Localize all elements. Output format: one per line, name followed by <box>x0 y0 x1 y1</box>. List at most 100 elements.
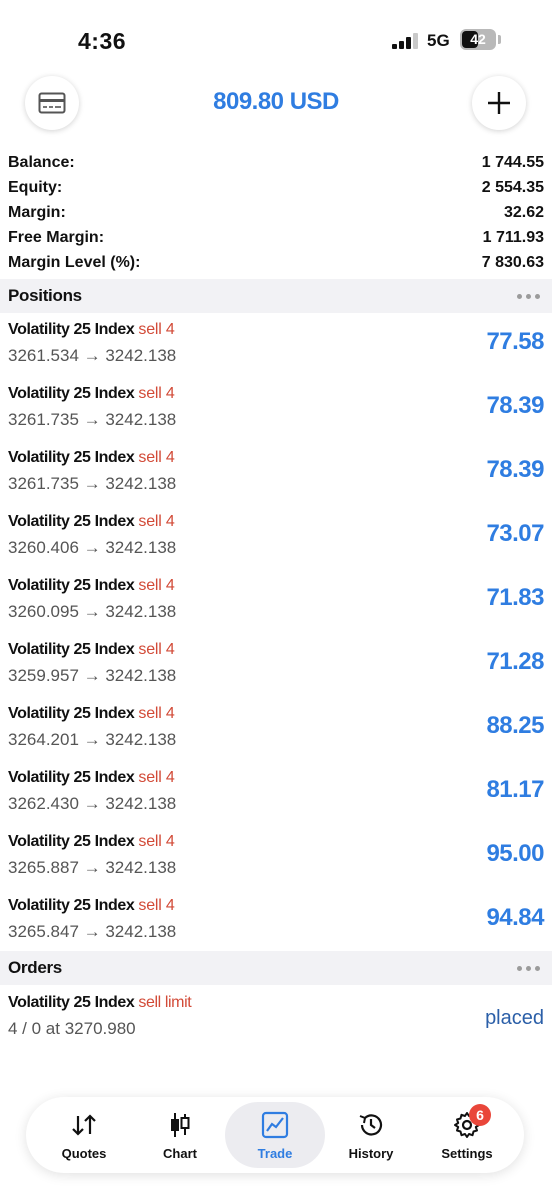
network-type: 5G <box>427 31 450 50</box>
position-row[interactable]: Volatility 25 Index sell 4 3260.406 → 32… <box>0 508 552 572</box>
tab-label: Settings <box>441 1145 493 1161</box>
order-symbol: Volatility 25 Index <box>8 994 135 1011</box>
account-profit-title: 809.80 USD <box>213 88 339 115</box>
summary-value: 32.62 <box>503 203 544 221</box>
orders-section-header: Orders <box>0 951 552 985</box>
tab-chart[interactable]: Chart <box>130 1102 230 1168</box>
battery-level: 42 <box>470 31 486 47</box>
position-side: sell 4 <box>138 897 175 914</box>
position-side: sell 4 <box>138 385 175 402</box>
tab-history[interactable]: History <box>321 1102 421 1168</box>
position-prices: 3265.847 → 3242.138 <box>8 922 177 941</box>
position-prices: 3261.534 → 3242.138 <box>8 346 177 365</box>
positions-list: Volatility 25 Index sell 4 3261.534 → 32… <box>0 316 552 956</box>
position-symbol: Volatility 25 Index <box>8 769 135 786</box>
tab-quotes[interactable]: Quotes <box>34 1102 134 1168</box>
summary-label: Margin Level (%): <box>8 253 141 271</box>
position-row[interactable]: Volatility 25 Index sell 4 3261.735 → 32… <box>0 380 552 444</box>
position-row[interactable]: Volatility 25 Index sell 4 3261.534 → 32… <box>0 316 552 380</box>
position-symbol: Volatility 25 Index <box>8 577 135 594</box>
position-side: sell 4 <box>138 321 175 338</box>
position-profit: 73.07 <box>486 520 544 547</box>
status-bar: 4:36 5G 42 <box>0 0 552 70</box>
summary-value: 1 711.93 <box>482 228 544 246</box>
tab-bar: Quotes Chart Trade History 6 Settings <box>26 1097 524 1173</box>
margin-level-row: Margin Level (%): 7 830.63 <box>0 250 552 275</box>
cellular-signal-icon <box>392 33 418 49</box>
position-symbol: Volatility 25 Index <box>8 705 135 722</box>
position-prices: 3262.430 → 3242.138 <box>8 794 177 813</box>
equity-row: Equity: 2 554.35 <box>0 175 552 200</box>
positions-section-header: Positions <box>0 279 552 313</box>
position-profit: 95.00 <box>486 840 544 867</box>
balance-row: Balance: 1 744.55 <box>0 150 552 175</box>
tab-label: Quotes <box>61 1145 107 1161</box>
positions-title: Positions <box>8 286 82 305</box>
summary-value: 7 830.63 <box>481 253 544 271</box>
position-profit: 78.39 <box>486 456 544 483</box>
margin-row: Margin: 32.62 <box>0 200 552 225</box>
position-row[interactable]: Volatility 25 Index sell 4 3260.095 → 32… <box>0 572 552 636</box>
position-row[interactable]: Volatility 25 Index sell 4 3262.430 → 32… <box>0 764 552 828</box>
position-side: sell 4 <box>138 513 175 530</box>
position-prices: 3259.957 → 3242.138 <box>8 666 177 685</box>
new-order-button[interactable] <box>472 76 526 130</box>
tab-label: Chart <box>163 1145 197 1161</box>
account-summary: Balance: 1 744.55 Equity: 2 554.35 Margi… <box>0 150 552 275</box>
trade-chart-icon <box>261 1111 289 1138</box>
summary-label: Balance: <box>8 153 75 171</box>
orders-title: Orders <box>8 958 62 977</box>
position-profit: 81.17 <box>486 776 544 803</box>
position-profit: 77.58 <box>486 328 544 355</box>
tab-settings[interactable]: 6 Settings <box>417 1102 517 1168</box>
summary-label: Margin: <box>8 203 66 221</box>
position-row[interactable]: Volatility 25 Index sell 4 3265.847 → 32… <box>0 892 552 956</box>
trade-header: 809.80 USD <box>0 76 552 136</box>
order-row[interactable]: Volatility 25 Index sell limit 4 / 0 at … <box>0 988 552 1048</box>
tab-label: Trade <box>257 1145 293 1161</box>
position-side: sell 4 <box>138 833 175 850</box>
order-status: placed <box>485 1007 544 1029</box>
order-detail: 4 / 0 at 3270.980 <box>8 1019 136 1038</box>
tab-trade[interactable]: Trade <box>225 1102 325 1168</box>
position-prices: 3265.887 → 3242.138 <box>8 858 177 877</box>
candlestick-icon <box>171 1112 190 1137</box>
position-side: sell 4 <box>138 577 175 594</box>
position-side: sell 4 <box>138 449 175 466</box>
position-profit: 94.84 <box>486 904 544 931</box>
position-symbol: Volatility 25 Index <box>8 833 135 850</box>
position-profit: 78.39 <box>486 392 544 419</box>
settings-badge: 6 <box>469 1103 491 1126</box>
position-symbol: Volatility 25 Index <box>8 897 135 914</box>
summary-label: Free Margin: <box>8 228 105 246</box>
tab-label: History <box>348 1145 394 1161</box>
position-profit: 71.28 <box>486 648 544 675</box>
position-row[interactable]: Volatility 25 Index sell 4 3261.735 → 32… <box>0 444 552 508</box>
position-side: sell 4 <box>138 769 175 786</box>
position-prices: 3261.735 → 3242.138 <box>8 410 177 429</box>
status-time: 4:36 <box>78 28 127 54</box>
positions-more-icon[interactable] <box>517 293 540 299</box>
position-symbol: Volatility 25 Index <box>8 449 135 466</box>
plus-icon <box>488 92 510 114</box>
position-prices: 3260.095 → 3242.138 <box>8 602 177 621</box>
position-symbol: Volatility 25 Index <box>8 321 135 338</box>
position-row[interactable]: Volatility 25 Index sell 4 3265.887 → 32… <box>0 828 552 892</box>
position-symbol: Volatility 25 Index <box>8 641 135 658</box>
position-symbol: Volatility 25 Index <box>8 513 135 530</box>
position-prices: 3260.406 → 3242.138 <box>8 538 177 557</box>
quotes-arrows-icon <box>72 1113 96 1136</box>
position-row[interactable]: Volatility 25 Index sell 4 3259.957 → 32… <box>0 636 552 700</box>
orders-more-icon[interactable] <box>517 965 540 971</box>
battery-tip <box>498 35 501 44</box>
position-side: sell 4 <box>138 641 175 658</box>
position-profit: 71.83 <box>486 584 544 611</box>
position-profit: 88.25 <box>486 712 544 739</box>
position-prices: 3264.201 → 3242.138 <box>8 730 177 749</box>
summary-value: 1 744.55 <box>481 153 544 171</box>
position-prices: 3261.735 → 3242.138 <box>8 474 177 493</box>
position-row[interactable]: Volatility 25 Index sell 4 3264.201 → 32… <box>0 700 552 764</box>
history-clock-icon <box>359 1113 383 1136</box>
summary-label: Equity: <box>8 178 63 196</box>
free-margin-row: Free Margin: 1 711.93 <box>0 225 552 250</box>
